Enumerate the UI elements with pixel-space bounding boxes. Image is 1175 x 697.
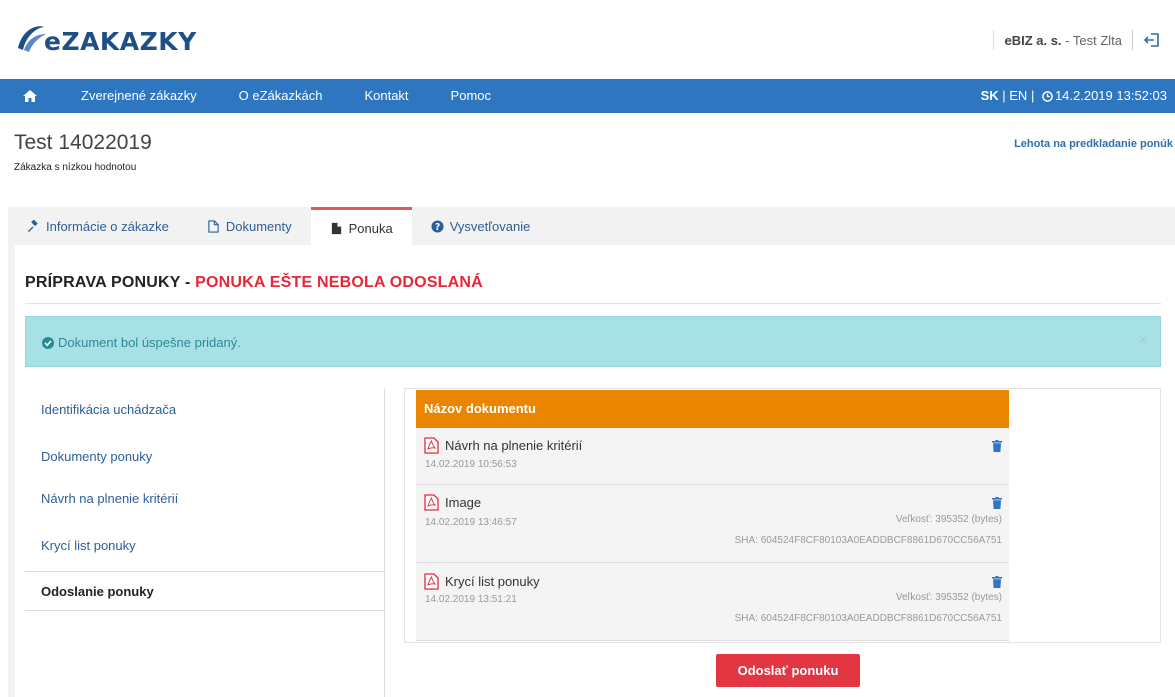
document-size: Veľkosť: 395352 (bytes) bbox=[895, 592, 1002, 603]
tab-bar: Informácie o zákazke Dokumenty Ponuka ? … bbox=[8, 207, 550, 247]
alert-message: Dokument bol úspešne pridaný. bbox=[42, 335, 241, 350]
logo-text: eZAKAZKY bbox=[44, 27, 197, 56]
lang-separator: | bbox=[1027, 88, 1038, 103]
document-date: 14.02.2019 13:51:21 bbox=[425, 594, 517, 605]
svg-text:?: ? bbox=[435, 221, 440, 232]
lang-en[interactable]: EN bbox=[1009, 79, 1027, 113]
header: eZAKAZKY eBIZ a. s. - Test Zlta bbox=[0, 0, 1175, 79]
document-date: 14.02.2019 10:56:53 bbox=[425, 459, 517, 470]
tab-vysvetlovanie[interactable]: ? Vysvetľovanie bbox=[412, 207, 550, 245]
home-button[interactable] bbox=[0, 79, 60, 113]
main-navbar: Zverejnené zákazky O eZákazkách Kontakt … bbox=[0, 79, 1175, 113]
offer-status: PONUKA EŠTE NEBOLA ODOSLANÁ bbox=[195, 274, 483, 291]
tab-label: Dokumenty bbox=[225, 218, 292, 234]
pdf-icon bbox=[424, 573, 439, 590]
table-row: Krycí list ponuky 14.02.2019 13:51:21 Ve… bbox=[416, 563, 1009, 641]
document-name[interactable]: Návrh na plnenie kritérií bbox=[424, 437, 582, 454]
divider bbox=[993, 30, 995, 50]
lang-separator: | bbox=[998, 88, 1010, 103]
document-name[interactable]: Image bbox=[424, 494, 481, 511]
user-area: eBIZ a. s. - Test Zlta bbox=[993, 30, 1161, 50]
nav-item-kontakt[interactable]: Kontakt bbox=[343, 79, 429, 113]
tab-label: Vysvetľovanie bbox=[449, 218, 531, 234]
divider bbox=[1132, 30, 1133, 50]
home-icon bbox=[23, 90, 37, 102]
question-circle-icon: ? bbox=[431, 219, 444, 232]
nav-item-pomoc[interactable]: Pomoc bbox=[430, 79, 512, 113]
nav-item-zverejnene-zakazky[interactable]: Zverejnené zákazky bbox=[60, 79, 218, 113]
tab-label: Ponuka bbox=[348, 221, 393, 236]
document-title: Krycí list ponuky bbox=[445, 574, 540, 589]
deadline-link[interactable]: Lehota na predkladanie ponúk bbox=[1014, 138, 1173, 150]
logo[interactable]: eZAKAZKY bbox=[14, 14, 197, 54]
send-offer-button[interactable]: Odoslať ponuku bbox=[716, 654, 860, 687]
document-size: Veľkosť: 395352 (bytes) bbox=[895, 514, 1002, 525]
nav-item-o-ezakazkach[interactable]: O eZákazkách bbox=[218, 79, 344, 113]
side-item-identifikacia[interactable]: Identifikácia uchádzača bbox=[25, 390, 384, 430]
alert-text: Dokument bol úspešne pridaný. bbox=[58, 335, 241, 350]
document-title: Návrh na plnenie kritérií bbox=[445, 438, 583, 453]
close-icon[interactable]: × bbox=[1138, 330, 1148, 350]
gavel-icon bbox=[27, 219, 38, 232]
file-icon bbox=[208, 219, 219, 233]
company-name[interactable]: eBIZ a. s. bbox=[1004, 33, 1061, 48]
file-filled-icon bbox=[331, 222, 341, 235]
page-subtitle: Zákazka s nízkou hodnotou bbox=[14, 162, 137, 173]
pdf-icon bbox=[424, 437, 439, 454]
clock-icon bbox=[1042, 90, 1053, 102]
table-row: Image 14.02.2019 13:46:57 Veľkosť: 39535… bbox=[416, 485, 1009, 563]
logo-swirl-icon bbox=[18, 26, 46, 52]
tab-dokumenty[interactable]: Dokumenty bbox=[188, 207, 311, 245]
offer-side-menu: Identifikácia uchádzača Dokumenty ponuky… bbox=[25, 388, 385, 697]
pdf-icon bbox=[424, 494, 439, 511]
tab-label: Informácie o zákazke bbox=[46, 218, 169, 234]
page-title: Test 14022019 bbox=[14, 131, 152, 154]
lang-sk[interactable]: SK bbox=[981, 79, 999, 113]
table-row: Návrh na plnenie kritérií 14.02.2019 10:… bbox=[416, 428, 1009, 485]
document-sha: SHA: 604524F8CF80103A0EADDBCF8861D670CC5… bbox=[734, 613, 1002, 624]
document-sha: SHA: 604524F8CF80103A0EADDBCF8861D670CC5… bbox=[734, 535, 1002, 546]
document-title: Image bbox=[445, 495, 482, 510]
trash-icon[interactable] bbox=[992, 440, 1002, 452]
side-item-dokumenty-ponuky[interactable]: Dokumenty ponuky bbox=[25, 437, 384, 477]
user-name[interactable]: - Test Zlta bbox=[1062, 33, 1122, 48]
document-name[interactable]: Krycí list ponuky bbox=[424, 573, 540, 590]
server-datetime: 14.2.2019 13:52:03 bbox=[1054, 88, 1167, 103]
logout-icon[interactable] bbox=[1143, 31, 1161, 49]
check-circle-icon bbox=[42, 336, 54, 349]
side-item-kryci-list[interactable]: Krycí list ponuky bbox=[25, 526, 384, 566]
success-alert: Dokument bol úspešne pridaný. × bbox=[25, 316, 1161, 367]
document-date: 14.02.2019 13:46:57 bbox=[425, 517, 517, 528]
trash-icon[interactable] bbox=[992, 497, 1002, 509]
tab-informacie-o-zakazke[interactable]: Informácie o zákazke bbox=[8, 207, 188, 245]
tab-ponuka[interactable]: Ponuka bbox=[310, 207, 412, 247]
table-header: Názov dokumentu bbox=[416, 390, 1009, 428]
section-title-prefix: PRÍPRAVA PONUKY - bbox=[25, 274, 196, 291]
documents-table: Názov dokumentu Návrh na plnenie kritéri… bbox=[416, 390, 1009, 641]
section-title: PRÍPRAVA PONUKY - PONUKA EŠTE NEBOLA ODO… bbox=[25, 274, 483, 292]
nav-right: SK | EN | 14.2.2019 13:52:03 bbox=[981, 79, 1167, 113]
trash-icon[interactable] bbox=[992, 576, 1002, 588]
section-divider bbox=[25, 303, 1161, 304]
side-item-odoslanie-ponuky[interactable]: Odoslanie ponuky bbox=[25, 571, 384, 611]
side-item-navrh-kriterii[interactable]: Návrh na plnenie kritérií bbox=[25, 479, 384, 519]
